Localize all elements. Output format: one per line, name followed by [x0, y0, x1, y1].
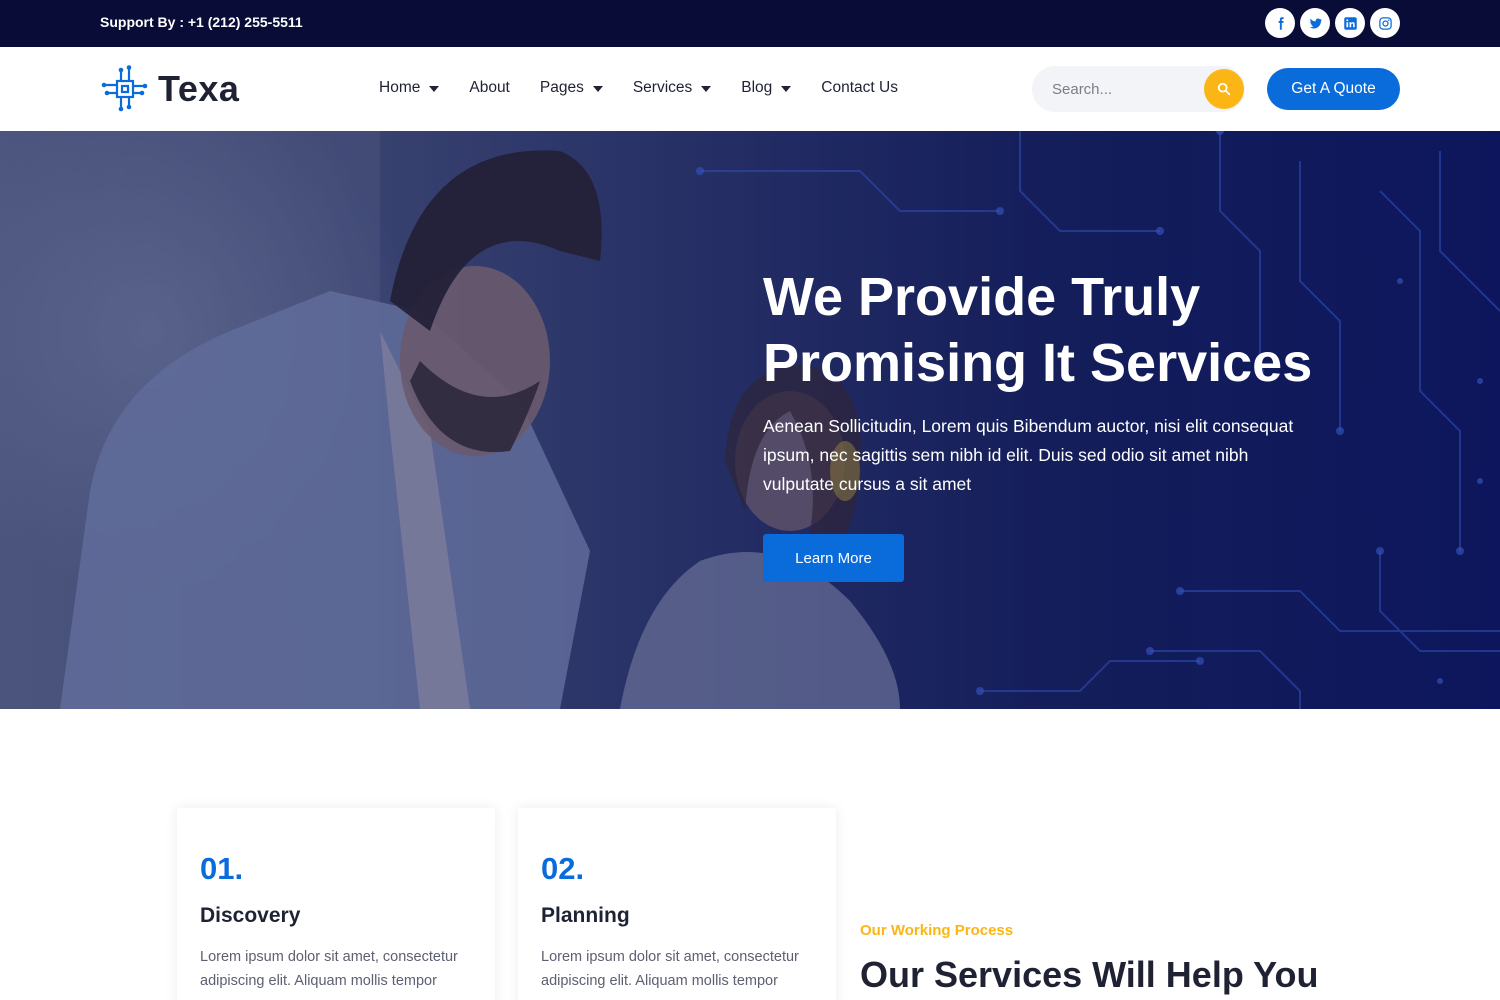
hero-title-line-2: Promising It Services	[763, 333, 1313, 393]
card-number: 02.	[541, 851, 585, 886]
main-menu: Home About Pages Services Blog Contact U…	[379, 79, 928, 97]
menu-item-about[interactable]: About	[469, 79, 510, 97]
menu-item-blog[interactable]: Blog	[741, 79, 792, 97]
twitter-link[interactable]	[1300, 8, 1330, 38]
caret-down-icon	[429, 86, 440, 92]
linkedin-link[interactable]	[1335, 8, 1365, 38]
top-bar: Support By : +1 (212) 255-5511	[0, 0, 1500, 47]
menu-item-label: About	[469, 79, 510, 96]
search-input[interactable]	[1032, 66, 1200, 112]
card-number: 01.	[200, 851, 244, 886]
menu-item-label: Blog	[741, 79, 773, 96]
hero-title-line-1: We Provide Truly	[763, 267, 1201, 327]
menu-item-home[interactable]: Home	[379, 79, 440, 97]
menu-item-label: Pages	[539, 79, 584, 96]
circuit-chip-icon	[101, 65, 148, 112]
learn-more-button[interactable]: Learn More	[763, 534, 904, 582]
linkedin-icon	[1343, 16, 1357, 30]
search-icon	[1217, 82, 1231, 96]
instagram-link[interactable]	[1370, 8, 1400, 38]
social-links	[1265, 8, 1400, 38]
caret-down-icon	[701, 86, 712, 92]
search-button[interactable]	[1204, 69, 1244, 109]
facebook-icon	[1278, 16, 1284, 30]
facebook-link[interactable]	[1265, 8, 1295, 38]
site-logo[interactable]: Texa	[100, 64, 239, 114]
process-card-planning: 02. Planning Lorem ipsum dolor sit amet,…	[518, 808, 836, 1000]
caret-down-icon	[781, 86, 792, 92]
card-text: Lorem ipsum dolor sit amet, consectetur …	[541, 949, 799, 989]
menu-item-label: Contact Us	[821, 79, 898, 96]
hero-subtitle: Aenean Sollicitudin, Lorem quis Bibendum…	[763, 416, 1294, 494]
card-title: Discovery	[200, 904, 301, 927]
support-phone: Support By : +1 (212) 255-5511	[100, 14, 303, 30]
process-card-discovery: 01. Discovery Lorem ipsum dolor sit amet…	[177, 808, 495, 1000]
menu-item-pages[interactable]: Pages	[540, 79, 603, 97]
card-text: Lorem ipsum dolor sit amet, consectetur …	[200, 949, 458, 989]
section-title: Our Services Will Help You	[860, 954, 1319, 995]
menu-item-label: Home	[379, 79, 421, 96]
menu-item-services[interactable]: Services	[632, 79, 712, 97]
twitter-icon	[1309, 18, 1322, 28]
menu-item-contact[interactable]: Contact Us	[821, 79, 898, 97]
instagram-icon	[1378, 16, 1392, 30]
main-navbar: Texa Home About Pages Services Blog Cont…	[0, 47, 1500, 131]
logo-text: Texa	[158, 68, 240, 109]
hero-banner: We Provide Truly Promising It Services A…	[0, 131, 1500, 709]
menu-item-label: Services	[632, 79, 693, 96]
card-title: Planning	[541, 904, 630, 927]
get-a-quote-button[interactable]: Get A Quote	[1267, 68, 1400, 110]
section-eyebrow: Our Working Process	[860, 922, 1014, 939]
search-box	[1032, 66, 1245, 112]
caret-down-icon	[592, 86, 603, 92]
hero-title: We Provide Truly Promising It Services	[763, 264, 1403, 396]
